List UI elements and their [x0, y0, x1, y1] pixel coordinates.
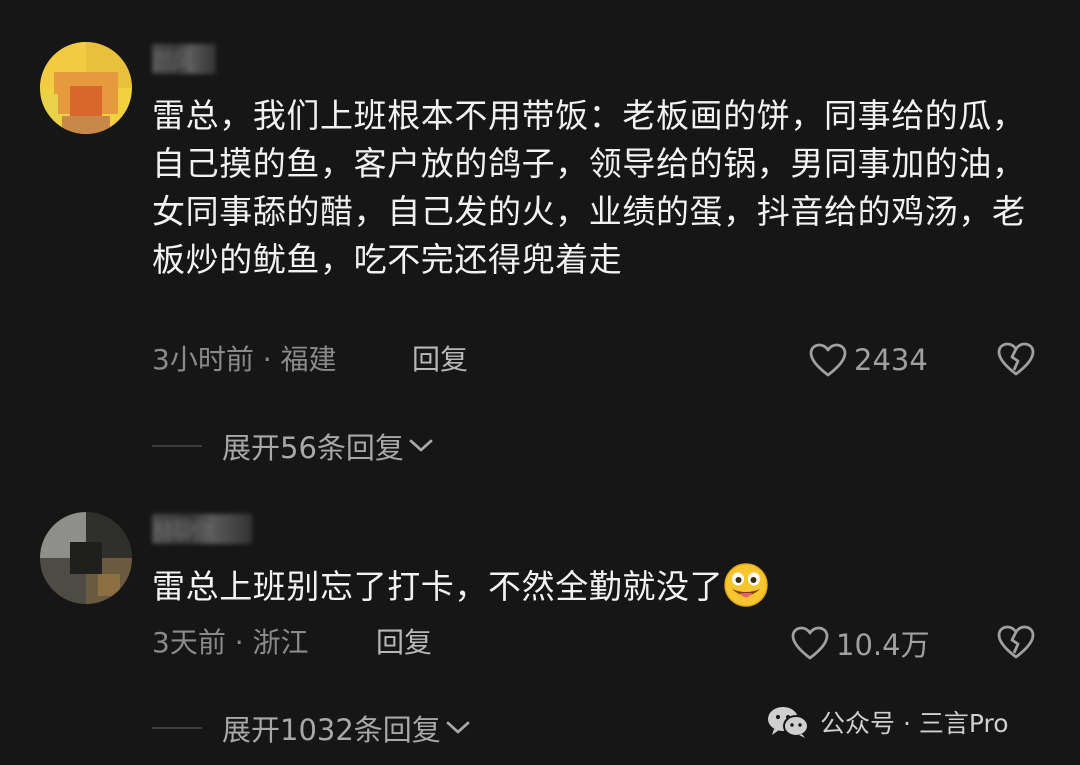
- like-button[interactable]: 2434: [808, 338, 928, 382]
- grinning-tongue-emoji: [724, 563, 768, 607]
- expand-replies-button[interactable]: 展开56条回复: [152, 424, 652, 468]
- time-location: 3小时前 · 福建: [152, 343, 337, 376]
- expand-replies-button[interactable]: 展开1032条回复: [152, 706, 652, 750]
- comment-text: 雷总，我们上班根本不用带饭：老板画的饼，同事给的瓜，自己摸的鱼，客户放的鸽子，领…: [152, 96, 1026, 279]
- username[interactable]: 颜风: [152, 44, 216, 75]
- like-count: 2434: [854, 343, 928, 377]
- avatar[interactable]: [40, 42, 132, 134]
- chevron-down-icon: [409, 439, 433, 452]
- time-location: 3天前 · 浙江: [152, 626, 309, 659]
- expand-replies-label: 展开1032条回复: [222, 713, 441, 747]
- reply-button[interactable]: 回复: [376, 621, 432, 665]
- comment-text: 雷总上班别忘了打卡，不然全勤就没了: [152, 562, 1042, 611]
- watermark-text: 公众号 · 三言Pro: [820, 709, 1009, 738]
- heart-icon: [809, 343, 847, 377]
- heart-icon: [791, 626, 829, 660]
- broken-heart-icon[interactable]: [996, 340, 1036, 378]
- divider-line: [152, 445, 202, 447]
- username[interactable]: 赫聊你: [152, 514, 252, 545]
- like-button[interactable]: 10.4万: [790, 621, 930, 665]
- broken-heart-icon[interactable]: [996, 623, 1036, 661]
- comment-meta: 3小时前 · 福建 回复 2434: [152, 338, 1052, 382]
- reply-button[interactable]: 回复: [412, 338, 468, 382]
- divider-line: [152, 727, 202, 729]
- chevron-down-icon: [446, 721, 470, 734]
- watermark: 公众号 · 三言Pro: [766, 700, 1009, 744]
- expand-replies-label: 展开56条回复: [222, 431, 404, 465]
- avatar[interactable]: [40, 512, 132, 604]
- like-count: 10.4万: [836, 628, 930, 662]
- comment-meta: 3天前 · 浙江 回复 10.4万: [152, 621, 1052, 665]
- wechat-icon: [768, 707, 809, 738]
